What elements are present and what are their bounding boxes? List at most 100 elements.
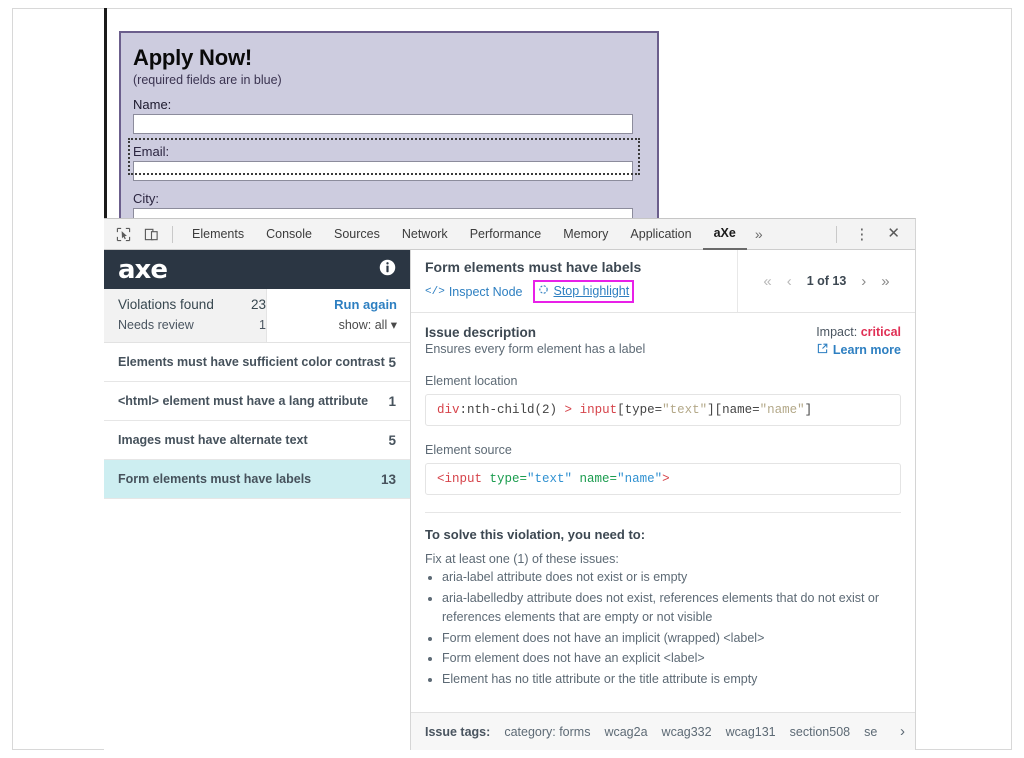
close-icon[interactable]: ✕ (878, 222, 909, 246)
tab-axe[interactable]: aXe (702, 221, 747, 250)
code-icon: </> (425, 285, 445, 298)
loc-attr1: type= (624, 403, 663, 417)
devtools-body: axe Violations found 23 Needs review 1 R… (104, 250, 915, 750)
detail-title: Form elements must have labels (425, 259, 642, 275)
issue-description-label: Issue description (425, 325, 537, 340)
more-tabs-icon[interactable]: » (747, 222, 771, 246)
violations-list: Elements must have sufficient color cont… (104, 343, 410, 750)
axe-actions: Run again show: all ▾ (267, 289, 410, 342)
label-city: City: (133, 191, 159, 206)
axe-logo: axe (118, 254, 168, 285)
toolbar-divider (172, 225, 173, 243)
violation-row-form-labels[interactable]: Form elements must have labels 13 (104, 460, 410, 499)
issue-description-text: Ensures every form element has a label (425, 342, 646, 356)
axe-violations-panel: axe Violations found 23 Needs review 1 R… (104, 250, 411, 750)
devtools-toolbar: Elements Console Sources Network Perform… (104, 219, 915, 250)
tag-wcag332[interactable]: wcag332 (662, 725, 712, 739)
form-subtitle: (required fields are in blue) (133, 73, 282, 87)
element-source-label: Element source (425, 443, 512, 457)
show-filter-label: show: all (338, 318, 388, 332)
run-again-button[interactable]: Run again (267, 295, 397, 315)
tag-wcag2a[interactable]: wcag2a (604, 725, 647, 739)
learn-more-link[interactable]: Learn more (816, 343, 901, 357)
web-page-viewport: Apply Now! (required fields are in blue)… (107, 9, 917, 221)
loc-br3: ] (804, 403, 813, 417)
issue-navigation: « ‹ 1 of 13 › » (738, 250, 915, 312)
loc-val1: "text" (662, 403, 708, 417)
detail-header-left: Form elements must have labels </> Inspe… (411, 250, 738, 312)
tab-elements[interactable]: Elements (181, 222, 255, 247)
info-icon[interactable] (379, 259, 396, 281)
list-item: Element has no title attribute or the ti… (442, 670, 901, 690)
tab-sources[interactable]: Sources (323, 222, 391, 247)
tags-next-icon[interactable]: › (894, 723, 905, 740)
show-filter-dropdown[interactable]: show: all ▾ (267, 315, 397, 335)
list-item: Form element does not have an implicit (… (442, 629, 901, 649)
next-issue-button[interactable]: › (861, 273, 866, 290)
violation-row-color-contrast[interactable]: Elements must have sufficient color cont… (104, 343, 410, 382)
detail-actions: </> Inspect Node Stop highlight (425, 280, 737, 303)
tab-console[interactable]: Console (255, 222, 323, 247)
element-location-label: Element location (425, 374, 518, 388)
tag-category-forms[interactable]: category: forms (504, 725, 590, 739)
inspect-element-icon[interactable] (110, 222, 136, 246)
stop-highlight-button[interactable]: Stop highlight (533, 280, 635, 303)
loc-tag2: input (579, 403, 618, 417)
impact-label: Impact: (816, 325, 858, 339)
first-issue-button[interactable]: « (763, 273, 771, 290)
input-name[interactable] (133, 114, 633, 134)
last-issue-button[interactable]: » (881, 273, 889, 290)
prev-issue-button[interactable]: ‹ (787, 273, 792, 290)
violation-count: 5 (388, 354, 396, 370)
tab-memory[interactable]: Memory (552, 222, 619, 247)
violation-count: 5 (388, 432, 396, 448)
violation-row-html-lang[interactable]: <html> element must have a lang attribut… (104, 382, 410, 421)
solve-violation-title: To solve this violation, you need to: (425, 527, 646, 542)
loc-br2: ][ (707, 403, 723, 417)
src-close: > (662, 472, 670, 486)
axe-brand-bar: axe (104, 250, 410, 289)
needs-review-label: Needs review (118, 318, 194, 332)
issue-description-section: Issue description Ensures every form ele… (425, 325, 901, 357)
section-divider (425, 512, 901, 513)
field-group-name: Name: (133, 97, 638, 134)
form-title: Apply Now! (133, 45, 252, 70)
detail-header: Form elements must have labels </> Inspe… (411, 250, 915, 313)
needs-review-row: Needs review 1 (118, 315, 266, 335)
impact-value: critical (860, 325, 901, 339)
loc-combinator: > (557, 403, 580, 417)
learn-more-label: Learn more (832, 343, 901, 357)
list-item: aria-label attribute does not exist or i… (442, 568, 901, 588)
device-toolbar-icon[interactable] (138, 222, 164, 246)
violation-count: 1 (388, 393, 396, 409)
element-source-code: <input type="text" name="name"> (425, 463, 901, 495)
tab-application[interactable]: Application (619, 222, 702, 247)
field-group-city: City: (133, 191, 638, 221)
label-email: Email: (133, 144, 170, 159)
loc-val2: "name" (759, 403, 805, 417)
solve-items-list: aria-label attribute does not exist or i… (425, 568, 901, 689)
tag-section508[interactable]: section508 (790, 725, 850, 739)
input-email[interactable] (133, 161, 633, 181)
violations-row: Violations found 23 (118, 295, 266, 315)
apply-form-panel: Apply Now! (required fields are in blue)… (119, 31, 659, 221)
toolbar-right-controls: ⋮ ✕ (830, 222, 909, 246)
impact-badge: Impact: critical (816, 325, 901, 339)
violation-count: 13 (380, 471, 396, 487)
violation-row-image-alt[interactable]: Images must have alternate text 5 (104, 421, 410, 460)
tag-truncated[interactable]: se (864, 725, 877, 739)
needs-review-count: 1 (259, 318, 266, 332)
axe-detail-panel: Form elements must have labels </> Inspe… (411, 250, 915, 750)
screenshot-canvas: Apply Now! (required fields are in blue)… (0, 0, 1024, 758)
violations-count: 23 (250, 297, 266, 312)
tab-performance[interactable]: Performance (459, 222, 553, 247)
stop-highlight-label: Stop highlight (553, 284, 630, 298)
tab-network[interactable]: Network (391, 222, 459, 247)
devtools-window: Elements Console Sources Network Perform… (104, 218, 916, 750)
inspect-node-button[interactable]: </> Inspect Node (425, 285, 522, 299)
kebab-menu-icon[interactable]: ⋮ (845, 225, 878, 244)
src-tag: <input (437, 472, 483, 486)
loc-br1: [ (617, 403, 625, 417)
violation-name: Elements must have sufficient color cont… (118, 355, 385, 369)
tag-wcag131[interactable]: wcag131 (726, 725, 776, 739)
